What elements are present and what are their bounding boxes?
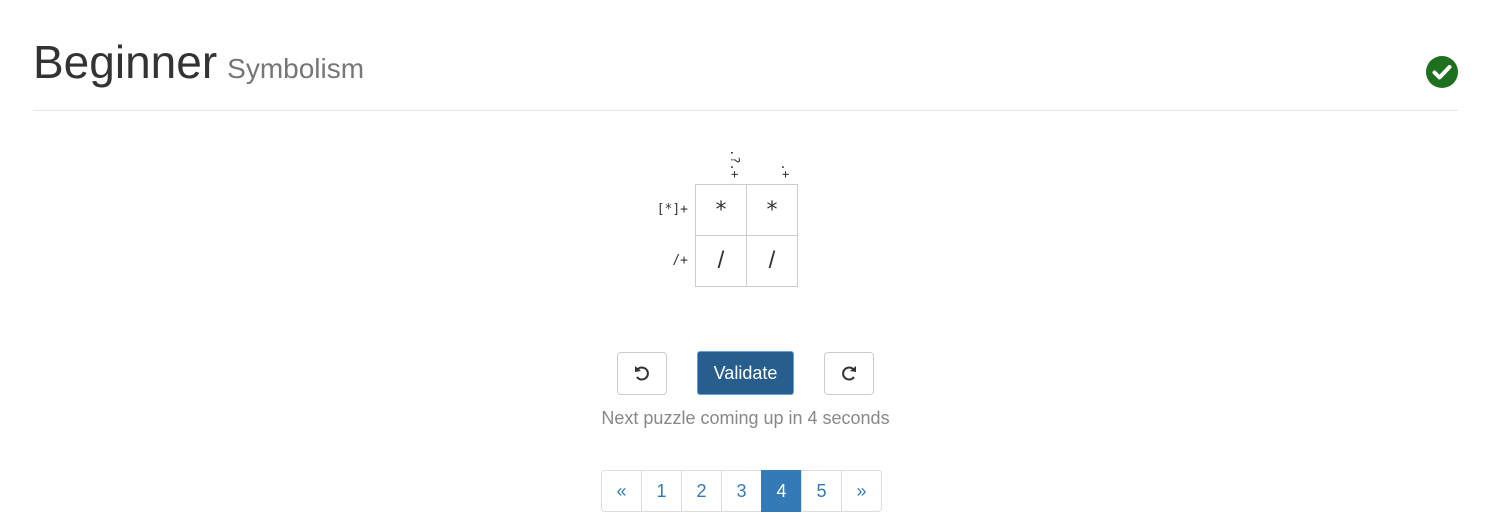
pagination-prev[interactable]: « — [601, 470, 642, 512]
pagination-page[interactable]: 3 — [721, 470, 762, 512]
grid-cell[interactable]: / — [746, 235, 798, 287]
page: Beginner Symbolism .?.+ .+ [*]+ /+ * * / … — [0, 0, 1511, 532]
pagination-page[interactable]: 1 — [641, 470, 682, 512]
page-header: Beginner Symbolism — [33, 0, 1458, 111]
page-subtitle: Symbolism — [227, 53, 365, 84]
page-title: Beginner Symbolism — [33, 36, 364, 95]
row-clue: /+ — [672, 253, 688, 268]
pagination-next[interactable]: » — [841, 470, 882, 512]
column-clue-text: .?.+ — [728, 149, 742, 178]
grid-cell[interactable]: * — [746, 184, 798, 236]
row-clue: [*]+ — [656, 202, 688, 217]
column-clue: .+ — [747, 138, 797, 178]
title-text: Beginner — [33, 36, 218, 88]
redo-button[interactable] — [824, 352, 874, 395]
validate-button[interactable]: Validate — [697, 351, 794, 395]
pagination: « 1 2 3 4 5 » — [601, 470, 882, 512]
puzzle-grid: * * / / — [695, 184, 798, 287]
pagination-page[interactable]: 5 — [801, 470, 842, 512]
grid-row: * * — [695, 184, 798, 236]
column-clue: .?.+ — [696, 138, 746, 178]
grid-row: / / — [695, 235, 798, 287]
next-puzzle-status: Next puzzle coming up in 4 seconds — [601, 408, 890, 428]
grid-cell[interactable]: / — [695, 235, 747, 287]
undo-button[interactable] — [617, 352, 667, 395]
check-circle-icon — [1426, 56, 1458, 88]
redo-icon — [842, 365, 856, 381]
grid-cell[interactable]: * — [695, 184, 747, 236]
undo-icon — [635, 365, 649, 381]
pagination-page-active[interactable]: 4 — [761, 470, 802, 512]
column-clue-text: .+ — [779, 163, 793, 178]
pagination-page[interactable]: 2 — [681, 470, 722, 512]
